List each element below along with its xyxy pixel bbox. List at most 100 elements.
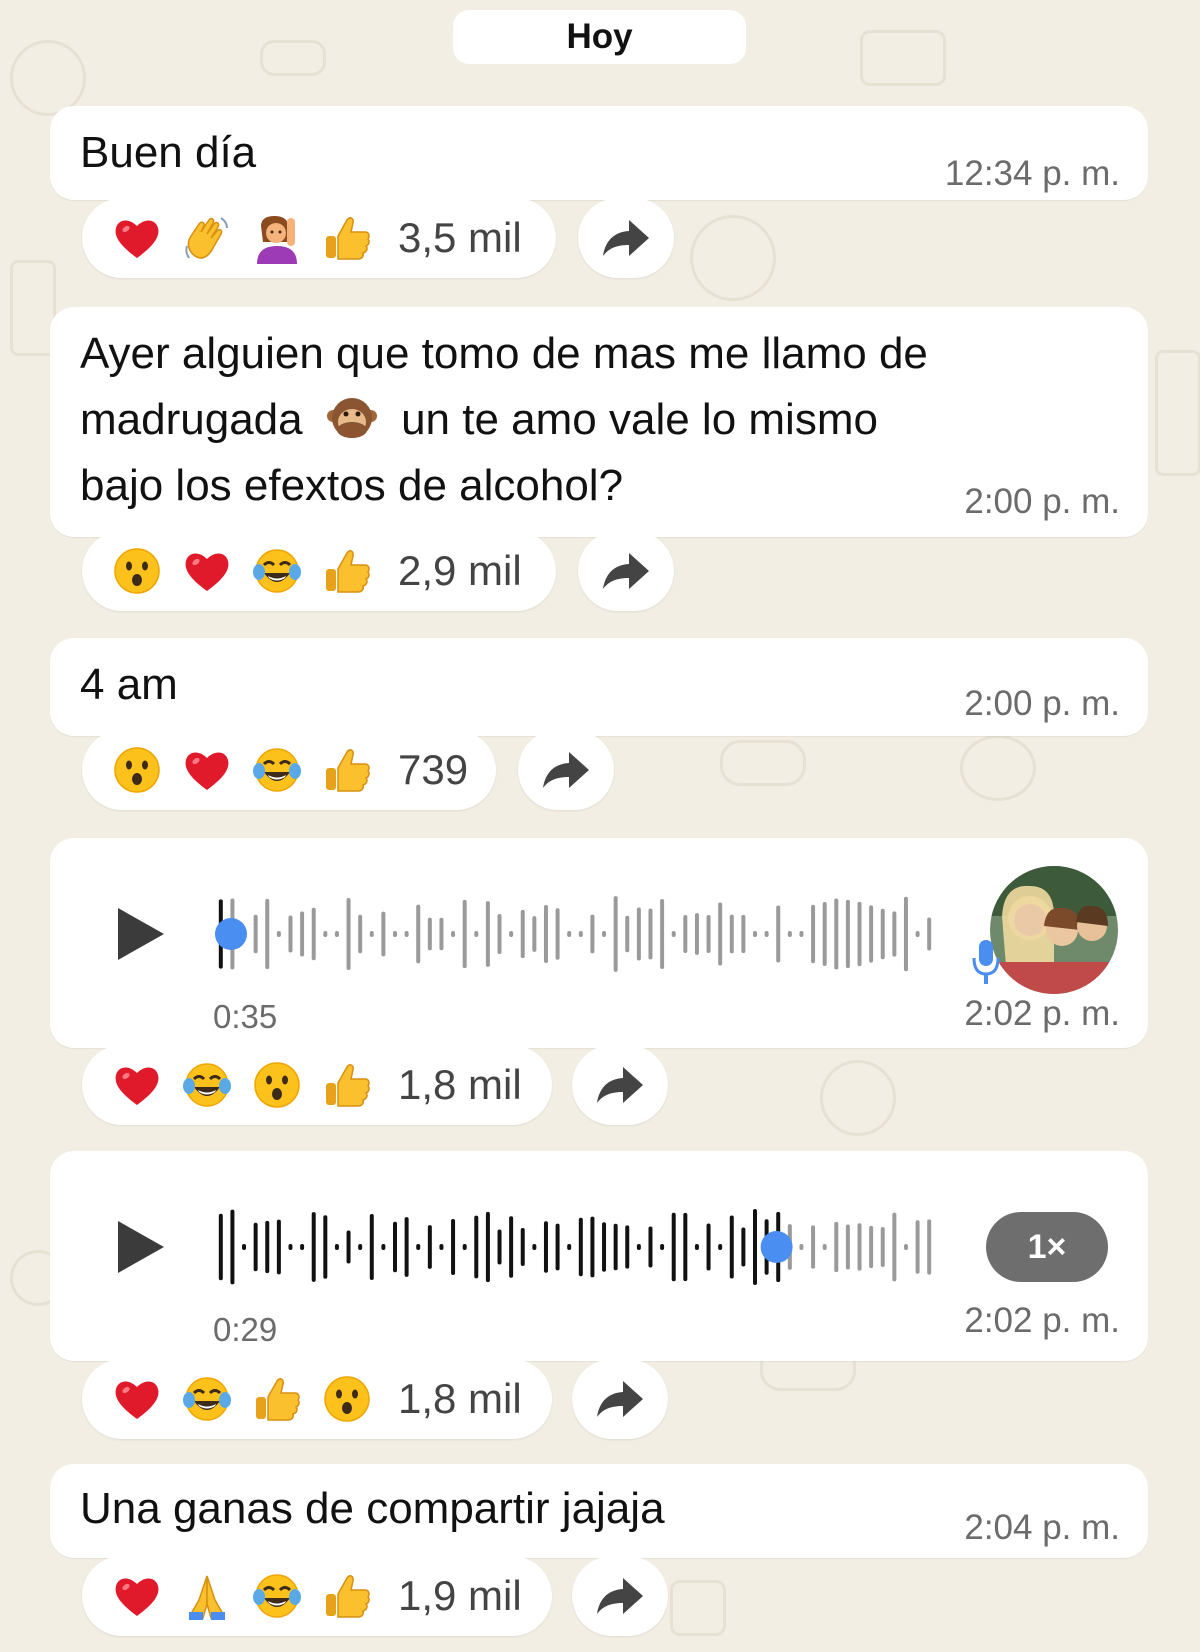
waveform-bar <box>671 1212 676 1282</box>
play-icon[interactable] <box>118 1221 164 1273</box>
waveform-bar <box>474 1215 479 1279</box>
waveform-bar <box>381 1244 386 1250</box>
reactions-bar[interactable]: 1,9 mil <box>82 1556 552 1636</box>
waveform-bar <box>497 913 502 955</box>
wallpaper-doodle <box>720 740 806 786</box>
waveform-bar <box>532 916 537 952</box>
waveform-bar <box>253 914 258 954</box>
play-icon[interactable] <box>118 908 164 960</box>
tears-of-joy-emoji-icon <box>251 545 303 597</box>
forward-icon <box>595 1063 645 1107</box>
reactions-bar[interactable]: 3,5 mil <box>82 198 556 278</box>
waveform-bar <box>393 931 397 937</box>
message-text-line-2: madrugada un te amo vale lo mismo <box>80 387 878 453</box>
wallpaper-doodle <box>690 215 776 301</box>
waveform-bar <box>706 914 711 954</box>
message-time: 2:02 p. m. <box>964 1301 1120 1340</box>
waveform-bar <box>381 911 386 957</box>
voice-waveform[interactable] <box>215 1207 935 1287</box>
voice-waveform[interactable] <box>215 894 935 974</box>
waveform-bar <box>427 917 432 951</box>
tears-of-joy-emoji-icon <box>251 744 303 796</box>
reactions-bar[interactable]: 2,9 mil <box>82 531 556 611</box>
waveform-bar <box>358 914 363 954</box>
message-bubble[interactable]: Buen día 12:34 p. m. <box>50 106 1148 200</box>
waveform-bar <box>660 898 665 970</box>
waveform-bar <box>834 898 839 970</box>
message-time: 12:34 p. m. <box>944 154 1120 193</box>
playback-speed-button[interactable]: 1× <box>986 1212 1108 1282</box>
reactions-bar[interactable]: 739 <box>82 730 496 810</box>
waveform-bar <box>393 1221 397 1273</box>
waveform-bar <box>369 1214 374 1280</box>
waveform-bar <box>555 1223 560 1271</box>
reaction-count: 1,8 mil <box>398 1375 522 1422</box>
waveform-bar <box>625 1225 630 1269</box>
waveform-bar <box>660 1244 665 1250</box>
message-text-segment: un te amo vale lo mismo <box>401 395 878 444</box>
waveform-bar <box>799 931 804 937</box>
waveform-bar <box>265 898 270 970</box>
waveform-bar <box>485 901 490 967</box>
waveform-bar <box>787 931 792 937</box>
waveform-bar <box>497 1229 502 1265</box>
surprised-emoji-icon <box>251 1059 303 1111</box>
waveform-bar <box>613 1223 618 1271</box>
waveform-bar <box>718 902 723 966</box>
message-text: Buen día <box>80 128 257 177</box>
forward-icon <box>601 549 651 593</box>
waveform-bar <box>427 1225 432 1269</box>
message-time: 2:02 p. m. <box>964 994 1120 1033</box>
heart-emoji-icon <box>111 1570 163 1622</box>
waveform-bar <box>706 1223 711 1271</box>
message-bubble[interactable]: Una ganas de compartir jajaja 2:04 p. m. <box>50 1464 1148 1558</box>
waveform-bar <box>741 914 746 954</box>
waveform-bar <box>276 1219 281 1275</box>
reaction-count: 1,8 mil <box>398 1061 522 1108</box>
forward-button[interactable] <box>572 1045 668 1125</box>
forward-button[interactable] <box>578 531 674 611</box>
reactions-bar[interactable]: 1,8 mil <box>82 1045 552 1125</box>
message-time: 2:00 p. m. <box>964 684 1120 723</box>
reaction-count: 739 <box>398 746 469 793</box>
waveform-bar <box>845 899 850 969</box>
waveform-bar <box>811 904 816 964</box>
waveform-bar <box>543 1221 548 1273</box>
waveform-bar <box>242 1244 247 1250</box>
wallpaper-doodle <box>960 735 1036 801</box>
forward-button[interactable] <box>572 1359 668 1439</box>
thumbs-up-emoji-icon <box>321 1570 373 1622</box>
waveform-bar <box>625 915 630 953</box>
tears-of-joy-emoji-icon <box>251 1570 303 1622</box>
waveform-bar <box>636 1244 641 1250</box>
message-bubble[interactable]: Ayer alguien que tomo de mas me llamo de… <box>50 307 1148 537</box>
forward-button[interactable] <box>518 730 614 810</box>
waveform-bar <box>578 931 583 937</box>
waveform-bar <box>822 901 827 967</box>
waveform-bar <box>474 931 479 937</box>
waveform-bar <box>276 931 281 937</box>
playback-progress-handle[interactable] <box>215 918 247 950</box>
waveform-bar <box>404 931 409 937</box>
forward-button[interactable] <box>578 198 674 278</box>
waveform-bar <box>683 1212 688 1282</box>
wallpaper-doodle <box>860 30 946 86</box>
waveform-bar <box>590 1216 595 1278</box>
voice-message-bubble[interactable]: 1× 0:29 2:02 p. m. <box>50 1151 1148 1361</box>
waveform-bar <box>764 931 769 937</box>
waveform-bar <box>834 1221 839 1273</box>
waveform-bar <box>648 908 653 960</box>
waveform-bar <box>869 1225 874 1269</box>
waveform-bar <box>880 1227 885 1267</box>
waveform-bar <box>439 917 444 951</box>
forward-button[interactable] <box>572 1556 668 1636</box>
reactions-bar[interactable]: 1,8 mil <box>82 1359 552 1439</box>
waveform-bar <box>555 908 560 960</box>
voice-message-bubble[interactable]: 0:35 2:02 p. m. <box>50 838 1148 1048</box>
waveform-bar <box>753 931 757 937</box>
thumbs-up-emoji-icon <box>321 212 373 264</box>
waveform-bar <box>509 1216 514 1278</box>
message-bubble[interactable]: 4 am 2:00 p. m. <box>50 638 1148 736</box>
waveform-bar <box>416 1244 421 1250</box>
playback-progress-handle[interactable] <box>760 1231 793 1263</box>
